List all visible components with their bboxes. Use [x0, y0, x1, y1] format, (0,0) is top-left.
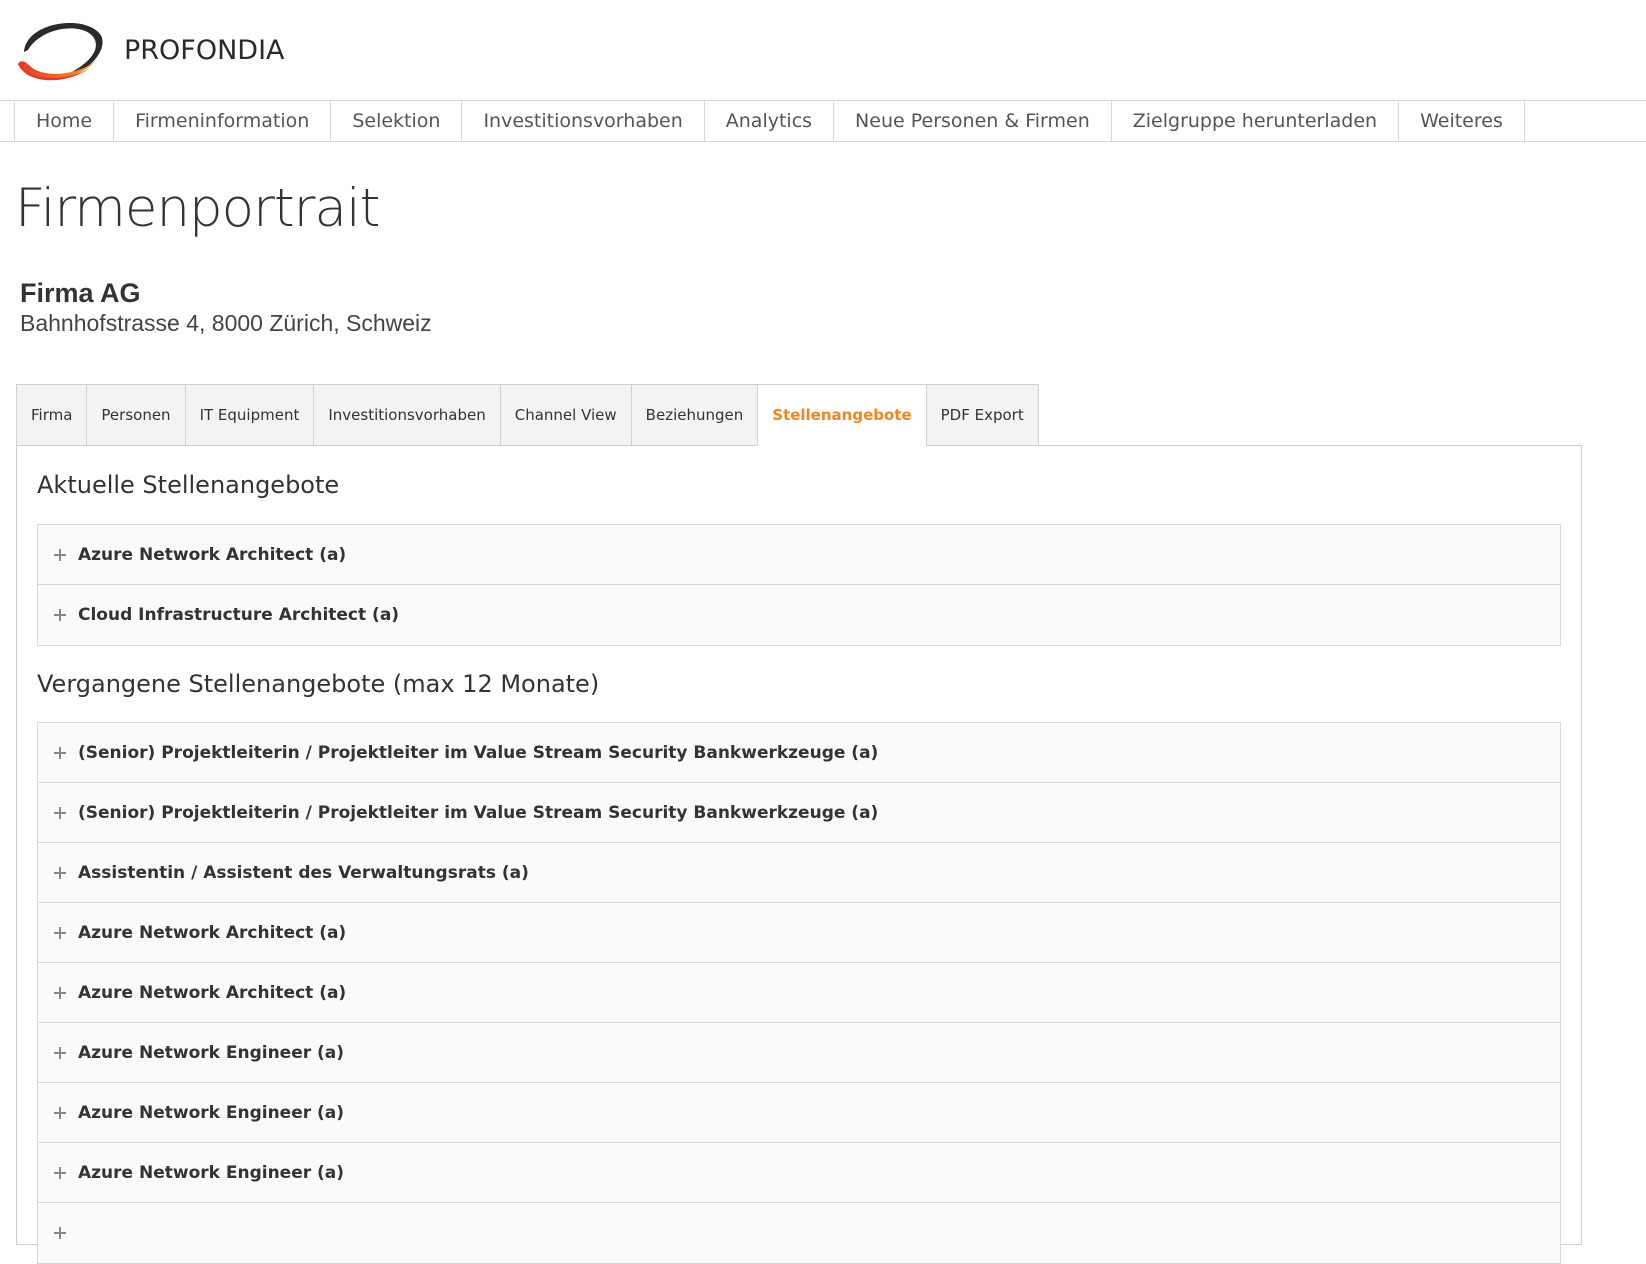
- company-address: Bahnhofstrasse 4, 8000 Zürich, Schweiz: [20, 310, 432, 336]
- job-accordion-item[interactable]: Azure Network Architect (a): [38, 903, 1560, 963]
- nav-item-zielgruppe-herunterladen[interactable]: Zielgruppe herunterladen: [1112, 101, 1400, 141]
- past-jobs-list: (Senior) Projektleiterin / Projektleiter…: [37, 722, 1561, 1264]
- plus-icon: [54, 746, 66, 759]
- nav-item-investitionsvorhaben[interactable]: Investitionsvorhaben: [462, 101, 705, 141]
- past-jobs-heading: Vergangene Stellenangebote (max 12 Monat…: [37, 670, 600, 698]
- tab-panel-stellenangebote: Aktuelle Stellenangebote Azure Network A…: [16, 445, 1582, 1264]
- brand-name: PROFONDIA: [124, 34, 285, 66]
- plus-icon: [54, 1046, 66, 1059]
- page-title: Firmenportrait: [15, 178, 380, 239]
- plus-icon: [54, 926, 66, 939]
- current-jobs-heading: Aktuelle Stellenangebote: [37, 471, 340, 499]
- nav-item-weiteres[interactable]: Weiteres: [1399, 101, 1525, 141]
- portrait-tabs: Firma Personen IT Equipment Investitions…: [16, 384, 1039, 446]
- plus-icon: [54, 806, 66, 819]
- current-jobs-list: Azure Network Architect (a) Cloud Infras…: [37, 524, 1561, 646]
- plus-icon: [54, 1106, 66, 1119]
- job-title: Azure Network Architect (a): [78, 544, 347, 565]
- job-title: Cloud Infrastructure Architect (a): [78, 605, 400, 625]
- tab-channel-view[interactable]: Channel View: [499, 384, 631, 446]
- tab-it-equipment[interactable]: IT Equipment: [184, 384, 314, 446]
- plus-icon: [54, 1166, 66, 1179]
- job-accordion-item[interactable]: Azure Network Engineer (a): [38, 1083, 1560, 1143]
- job-title: (Senior) Projektleiterin / Projektleiter…: [78, 742, 879, 763]
- header: PROFONDIA: [0, 0, 1646, 100]
- job-accordion-item[interactable]: Azure Network Architect (a): [38, 525, 1560, 585]
- plus-icon: [54, 866, 66, 879]
- nav-item-firmeninformation[interactable]: Firmeninformation: [114, 101, 332, 141]
- nav-item-selektion[interactable]: Selektion: [331, 101, 463, 141]
- job-accordion-item[interactable]: (Senior) Projektleiterin / Projektleiter…: [38, 723, 1560, 783]
- plus-icon: [54, 609, 66, 621]
- job-accordion-item[interactable]: Assistentin / Assistent des Verwaltungsr…: [38, 843, 1560, 903]
- nav-item-home[interactable]: Home: [15, 101, 115, 141]
- nav-item-neue-personen-firmen[interactable]: Neue Personen & Firmen: [834, 101, 1112, 141]
- main-nav: Home Firmeninformation Selektion Investi…: [0, 100, 1646, 142]
- job-title: Assistentin / Assistent des Verwaltungsr…: [78, 862, 529, 883]
- nav-item-analytics[interactable]: Analytics: [705, 101, 835, 141]
- job-title: (Senior) Projektleiterin / Projektleiter…: [78, 802, 879, 823]
- job-accordion-item[interactable]: [38, 1203, 1560, 1263]
- tab-pdf-export[interactable]: PDF Export: [925, 384, 1039, 446]
- tab-firma[interactable]: Firma: [16, 384, 87, 446]
- tab-investitionsvorhaben[interactable]: Investitionsvorhaben: [313, 384, 500, 446]
- plus-icon: [54, 548, 66, 561]
- tab-personen[interactable]: Personen: [86, 384, 185, 446]
- company-name: Firma AG: [20, 278, 141, 308]
- job-title: Azure Network Engineer (a): [78, 1042, 345, 1063]
- job-title: Azure Network Engineer (a): [78, 1102, 345, 1123]
- job-title: Azure Network Engineer (a): [78, 1162, 345, 1183]
- job-accordion-item[interactable]: (Senior) Projektleiterin / Projektleiter…: [38, 783, 1560, 843]
- plus-icon: [54, 1227, 66, 1239]
- job-accordion-item[interactable]: Azure Network Engineer (a): [38, 1023, 1560, 1083]
- tab-beziehungen[interactable]: Beziehungen: [630, 384, 758, 446]
- nav-spacer: [0, 101, 15, 141]
- job-accordion-item[interactable]: Azure Network Engineer (a): [38, 1143, 1560, 1203]
- job-accordion-item[interactable]: Azure Network Architect (a): [38, 963, 1560, 1023]
- job-title: Azure Network Architect (a): [78, 922, 347, 943]
- logo[interactable]: PROFONDIA: [14, 12, 314, 88]
- plus-icon: [54, 986, 66, 999]
- tab-stellenangebote[interactable]: Stellenangebote: [757, 384, 926, 446]
- job-accordion-item[interactable]: Cloud Infrastructure Architect (a): [38, 585, 1560, 645]
- profondia-logo-icon: [18, 22, 103, 81]
- job-title: Azure Network Architect (a): [78, 982, 347, 1003]
